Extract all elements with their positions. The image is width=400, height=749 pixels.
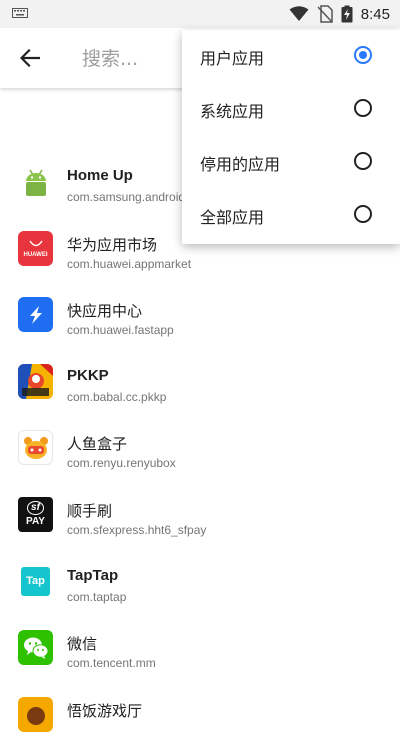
- app-name: PKKP: [67, 366, 109, 384]
- back-button[interactable]: [14, 42, 46, 74]
- radio-unchecked-icon[interactable]: [354, 99, 372, 117]
- app-package: com.huawei.fastapp: [67, 323, 174, 338]
- wechat-icon: [18, 630, 53, 666]
- app-package: com.taptap: [67, 589, 127, 604]
- app-name: 微信: [67, 635, 98, 654]
- app-package: com.babal.cc.pkkp: [67, 389, 167, 404]
- huawei-appgallery-icon: HUAWEI: [18, 230, 53, 266]
- renyu-box-icon: [18, 430, 53, 466]
- pkkp-game-icon: [18, 363, 53, 399]
- app-name: 顺手刷: [67, 501, 113, 520]
- app-package: com.sfexpress.hht6_sfpay: [67, 522, 207, 537]
- no-sim-icon: [317, 5, 333, 23]
- list-item[interactable]: 微信 com.tencent.mm: [0, 616, 400, 683]
- app-name: 快应用中心: [67, 302, 143, 321]
- keyboard-icon: [12, 8, 28, 18]
- app-filter-menu: 用户应用 系统应用 停用的应用 全部应用: [182, 30, 400, 244]
- radio-unchecked-icon[interactable]: [354, 152, 372, 170]
- quick-app-icon: [18, 297, 53, 333]
- battery-charging-icon: [341, 5, 353, 23]
- app-name: 华为应用市场: [67, 235, 158, 254]
- app-name: 悟饭游戏厅: [67, 701, 143, 720]
- sf-pay-icon-bottom: PAY: [26, 516, 45, 528]
- huawei-icon-text: HUAWEI: [23, 252, 48, 259]
- sf-pay-icon-top: sf: [27, 501, 44, 516]
- list-item[interactable]: Tap TapTap com.taptap: [0, 550, 400, 617]
- filter-option-all-apps[interactable]: 全部应用: [182, 189, 400, 242]
- filter-option-system-apps[interactable]: 系统应用: [182, 83, 400, 136]
- filter-option-label: 停用的应用: [200, 155, 281, 174]
- app-package: com.renyu.renyubox: [67, 456, 176, 471]
- app-package: com.huawei.appmarket: [67, 256, 192, 271]
- filter-option-label: 全部应用: [200, 208, 265, 227]
- android-icon: [18, 164, 53, 199]
- status-time: 8:45: [360, 5, 390, 23]
- status-bar: 8:45: [0, 0, 400, 28]
- list-item[interactable]: PKKP com.babal.cc.pkkp: [0, 350, 400, 417]
- filter-option-label: 用户应用: [200, 49, 265, 68]
- taptap-icon: Tap: [18, 563, 53, 599]
- filter-option-label: 系统应用: [200, 102, 265, 121]
- filter-option-disabled-apps[interactable]: 停用的应用: [182, 136, 400, 189]
- radio-unchecked-icon[interactable]: [354, 205, 372, 223]
- sf-pay-icon: sf PAY: [18, 496, 53, 532]
- list-item[interactable]: sf PAY 顺手刷 com.sfexpress.hht6_sfpay: [0, 483, 400, 550]
- wufan-game-icon: [18, 696, 53, 732]
- app-name: 人鱼盒子: [67, 435, 128, 454]
- wifi-icon: [289, 6, 309, 21]
- app-name: Home Up: [67, 167, 133, 184]
- list-item[interactable]: 人鱼盒子 com.renyu.renyubox: [0, 416, 400, 483]
- taptap-icon-text: Tap: [21, 566, 50, 596]
- app-name: TapTap: [67, 566, 119, 584]
- list-item[interactable]: 悟饭游戏厅: [0, 683, 400, 749]
- filter-option-user-apps[interactable]: 用户应用: [182, 30, 400, 83]
- radio-checked-icon[interactable]: [354, 46, 372, 64]
- app-package: com.tencent.mm: [67, 656, 156, 671]
- list-item[interactable]: 快应用中心 com.huawei.fastapp: [0, 283, 400, 350]
- arrow-back-icon: [20, 49, 40, 67]
